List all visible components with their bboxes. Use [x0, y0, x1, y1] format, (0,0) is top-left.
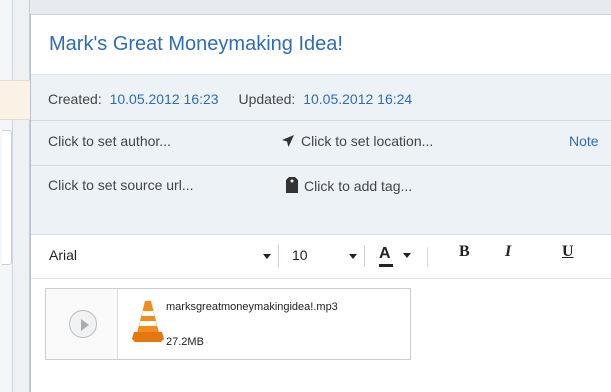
- font-family-select[interactable]: Arial: [41, 245, 279, 267]
- note-body[interactable]: marksgreatmoneymakingidea!.mp3 27.2MB: [31, 279, 611, 392]
- location-field[interactable]: Click to set location...: [281, 133, 433, 149]
- note-list-card[interactable]: [2, 130, 12, 265]
- author-field[interactable]: Click to set author...: [48, 133, 171, 149]
- note-metadata: Created: 10.05.2012 16:23 Updated: 10.05…: [31, 75, 611, 235]
- formatting-toolbar: Arial 10 A B I U: [31, 235, 611, 279]
- italic-button[interactable]: I: [505, 243, 511, 269]
- note-title-bar: Mark's Great Moneymaking Idea!: [31, 15, 611, 75]
- play-button-area[interactable]: [46, 289, 118, 359]
- source-url-field[interactable]: Click to set source url...: [48, 177, 194, 193]
- chevron-down-icon: [349, 254, 357, 259]
- underline-button[interactable]: U: [562, 243, 574, 269]
- selected-note-highlight[interactable]: [0, 80, 30, 120]
- bold-button[interactable]: B: [459, 243, 470, 269]
- tag-field[interactable]: Click to add tag...: [286, 177, 412, 194]
- toolbar-divider: [427, 247, 428, 267]
- text-color-swatch: [379, 264, 393, 267]
- text-color-button[interactable]: A: [375, 243, 419, 269]
- created-value: 10.05.2012 16:23: [109, 91, 219, 107]
- location-arrow-icon: [282, 135, 294, 147]
- text-color-icon: A: [379, 245, 391, 262]
- sidebar-panel: [0, 0, 30, 392]
- meta-divider: [31, 120, 611, 121]
- tag-label: Click to add tag...: [304, 178, 413, 194]
- font-size-select[interactable]: 10: [287, 245, 365, 267]
- note-editor: Mark's Great Moneymaking Idea! Created: …: [30, 14, 611, 392]
- play-button[interactable]: [69, 310, 97, 338]
- vlc-cone-icon: [132, 301, 164, 342]
- updated-value: 10.05.2012 16:24: [303, 91, 413, 107]
- attachment-file-size: 27.2MB: [166, 336, 204, 348]
- notebook-link[interactable]: Note: [569, 133, 599, 149]
- meta-divider: [31, 165, 611, 166]
- attachment-file-name: marksgreatmoneymakingidea!.mp3: [166, 301, 338, 313]
- play-icon: [81, 319, 89, 331]
- created-label: Created:: [48, 91, 102, 107]
- tag-icon: [286, 177, 298, 193]
- font-family-value: Arial: [49, 247, 78, 263]
- chevron-down-icon: [263, 254, 271, 259]
- audio-attachment[interactable]: marksgreatmoneymakingidea!.mp3 27.2MB: [45, 288, 411, 360]
- note-title[interactable]: Mark's Great Moneymaking Idea!: [49, 33, 611, 56]
- updated-label: Updated:: [238, 91, 296, 107]
- dates-row: Created: 10.05.2012 16:23 Updated: 10.05…: [48, 91, 611, 107]
- font-size-value: 10: [292, 247, 308, 263]
- location-label: Click to set location...: [301, 133, 434, 149]
- chevron-down-icon: [403, 253, 411, 258]
